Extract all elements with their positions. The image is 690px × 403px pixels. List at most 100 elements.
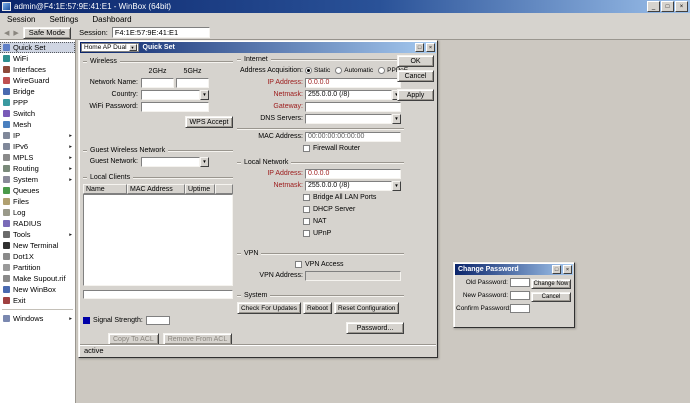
close-icon[interactable]: ×	[563, 265, 572, 274]
sidebar-item[interactable]: Interfaces	[0, 64, 75, 75]
system-action-button[interactable]: Check For Updates	[237, 302, 301, 314]
address-acquisition-label: Address Acquisition:	[237, 67, 305, 74]
sidebar-item-icon	[3, 121, 10, 128]
system-action-button[interactable]: Reset Configuration	[334, 302, 399, 314]
menu-item[interactable]: Session	[0, 13, 42, 26]
ok-button[interactable]: OK	[397, 55, 434, 67]
menu-item[interactable]: Dashboard	[85, 13, 138, 26]
system-action-button[interactable]: Reboot	[303, 302, 332, 314]
sidebar-item[interactable]: Dot1X	[0, 251, 75, 262]
guest-network-select[interactable]	[141, 157, 200, 167]
wan-netmask-select[interactable]	[305, 90, 392, 100]
sidebar-item[interactable]: IPv6 ▸	[0, 141, 75, 152]
change-now-button[interactable]: Change Now	[531, 279, 571, 289]
chevron-down-icon[interactable]: ▼	[200, 90, 209, 100]
chevron-down-icon[interactable]: ▼	[129, 44, 137, 51]
sidebar-item-label: Mesh	[13, 120, 69, 129]
wireless-column: Wireless 2GHz 5GHz Network Name: Country…	[83, 55, 233, 344]
windows-icon	[3, 315, 10, 322]
cancel-button[interactable]: Cancel	[531, 292, 571, 302]
lan-option-checkbox[interactable]	[303, 218, 310, 225]
gateway-input[interactable]	[305, 102, 401, 112]
network-name-5ghz-input[interactable]	[176, 78, 209, 88]
copy-to-acl-button[interactable]: Copy To ACL	[108, 333, 159, 344]
close-icon[interactable]: ×	[426, 43, 435, 52]
country-select[interactable]	[141, 90, 200, 100]
menubar: Session Settings Dashboard	[0, 13, 690, 26]
column-header[interactable]: Name	[83, 184, 127, 194]
close-icon[interactable]: ×	[675, 1, 688, 12]
sidebar-item-windows[interactable]: Windows ▸	[0, 313, 75, 324]
menu-item[interactable]: Settings	[42, 13, 85, 26]
lan-option-checkbox[interactable]	[303, 230, 310, 237]
sidebar-item[interactable]: WireGuard	[0, 75, 75, 86]
local-clients-scroll-strip[interactable]	[83, 290, 233, 299]
old-password-input[interactable]	[510, 278, 530, 287]
lan-option-checkbox[interactable]	[303, 194, 310, 201]
sidebar-item[interactable]: PPP	[0, 97, 75, 108]
local-network-section-header: Local Network	[237, 158, 404, 167]
sidebar-item[interactable]: Bridge	[0, 86, 75, 97]
firewall-router-checkbox[interactable]	[303, 145, 310, 152]
sidebar: Quick Set WiFi Interfaces WireGuard	[0, 40, 76, 403]
quickset-mode-select[interactable]: Home AP Dual ▼	[81, 43, 139, 52]
confirm-password-input[interactable]	[510, 304, 530, 313]
wps-accept-button[interactable]: WPS Accept	[185, 116, 233, 128]
cancel-button[interactable]: Cancel	[397, 70, 434, 82]
safe-mode-button[interactable]: Safe Mode	[23, 27, 71, 39]
change-password-buttons: Change Now Cancel	[531, 279, 571, 305]
lan-ip-address-input[interactable]	[305, 169, 401, 179]
lan-netmask-label: Netmask:	[237, 182, 305, 189]
sidebar-item[interactable]: Quick Set	[0, 42, 75, 53]
sidebar-item[interactable]: Queues	[0, 185, 75, 196]
maximize-icon[interactable]: □	[415, 43, 424, 52]
sidebar-item[interactable]: Exit	[0, 295, 75, 306]
sidebar-item[interactable]: Mesh	[0, 119, 75, 130]
local-clients-table-body[interactable]	[83, 194, 233, 286]
wan-ip-address-input[interactable]	[305, 78, 401, 88]
sidebar-item-icon	[3, 165, 10, 172]
chevron-down-icon[interactable]: ▼	[392, 114, 401, 124]
column-header[interactable]: MAC Address	[127, 184, 185, 194]
dns-servers-input[interactable]	[305, 114, 392, 124]
vpn-access-checkbox[interactable]	[295, 261, 302, 268]
sidebar-item[interactable]: New WinBox	[0, 284, 75, 295]
apply-button[interactable]: Apply	[397, 89, 434, 101]
maximize-icon[interactable]: □	[661, 1, 674, 12]
new-password-input[interactable]	[510, 291, 530, 300]
sidebar-item[interactable]: Routing ▸	[0, 163, 75, 174]
wan-netmask-label: Netmask:	[237, 91, 305, 98]
sidebar-item[interactable]: Partition	[0, 262, 75, 273]
sidebar-item[interactable]: Tools ▸	[0, 229, 75, 240]
remove-from-acl-button[interactable]: Remove From ACL	[163, 333, 233, 344]
sidebar-item[interactable]: RADIUS	[0, 218, 75, 229]
sidebar-item[interactable]: System ▸	[0, 174, 75, 185]
sidebar-item[interactable]: MPLS ▸	[0, 152, 75, 163]
lan-netmask-select[interactable]	[305, 181, 392, 191]
address-acquisition-radio[interactable]: Automatic	[335, 67, 373, 74]
sidebar-item[interactable]: Log	[0, 207, 75, 218]
sidebar-item[interactable]: Make Supout.rif	[0, 273, 75, 284]
chevron-down-icon[interactable]: ▼	[200, 157, 209, 167]
maximize-icon[interactable]: □	[552, 265, 561, 274]
session-input[interactable]	[112, 27, 210, 38]
mac-address-input[interactable]	[305, 132, 401, 142]
sidebar-item[interactable]: IP ▸	[0, 130, 75, 141]
back-icon[interactable]: ◀	[4, 29, 9, 37]
sidebar-item[interactable]: WiFi	[0, 53, 75, 64]
forward-icon[interactable]: ▶	[13, 29, 18, 37]
sidebar-item[interactable]: Files	[0, 196, 75, 207]
toolbar: ◀ ▶ Safe Mode Session:	[0, 26, 690, 40]
minimize-icon[interactable]: _	[647, 1, 660, 12]
sidebar-item[interactable]: Switch	[0, 108, 75, 119]
lan-option-checkbox[interactable]	[303, 206, 310, 213]
network-name-2ghz-input[interactable]	[141, 78, 174, 88]
wifi-password-input[interactable]	[141, 102, 209, 112]
sidebar-item-icon	[3, 297, 10, 304]
sidebar-item[interactable]: New Terminal	[0, 240, 75, 251]
password-button[interactable]: Password...	[346, 322, 404, 334]
column-header[interactable]: Uptime	[185, 184, 215, 194]
address-acquisition-radio[interactable]: Static	[305, 67, 330, 74]
chevron-down-icon[interactable]: ▼	[392, 181, 401, 191]
vpn-address-input[interactable]	[305, 271, 401, 281]
